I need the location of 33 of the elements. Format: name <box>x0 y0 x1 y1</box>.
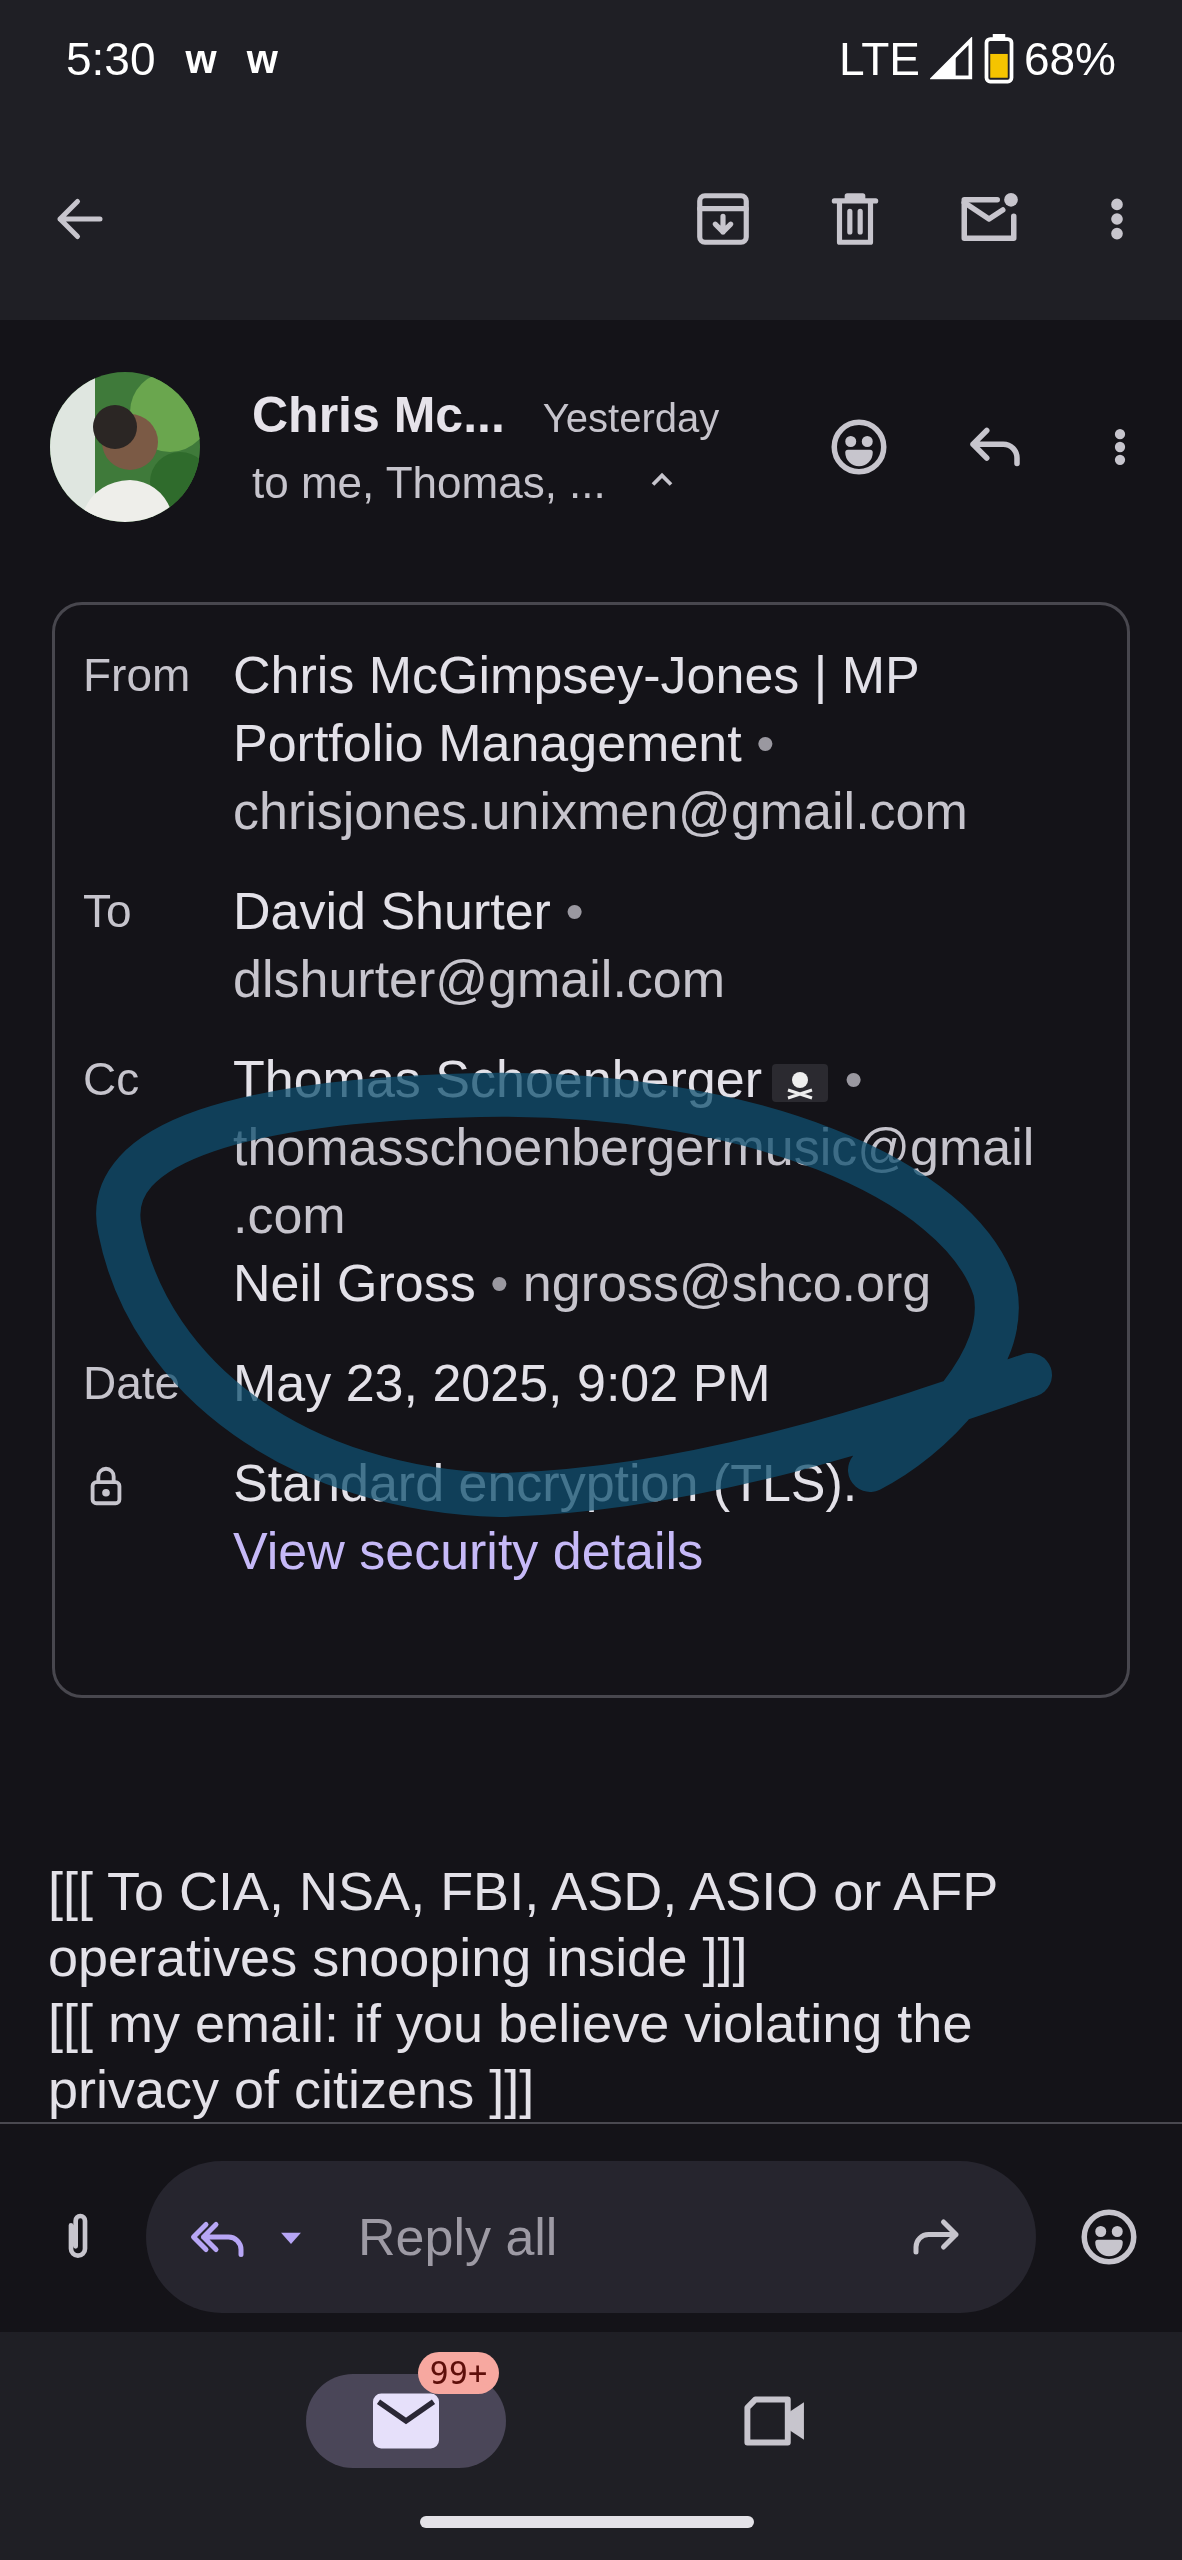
separator-dot: • <box>565 882 584 940</box>
battery-percent: 68% <box>1023 32 1116 86</box>
battery-icon <box>983 34 1014 84</box>
field-label: From <box>83 648 192 703</box>
network-type: LTE <box>838 32 920 86</box>
recipient-name: Chris McGimpsey-Jones | MP Portfolio Management • chrisjones.unixmen@gmail.com <box>233 641 1087 845</box>
clock-time: 5:30 <box>66 32 156 86</box>
mail-icon <box>372 2393 439 2449</box>
notification-icon: w <box>246 36 278 82</box>
field-label: Date <box>83 1356 182 1411</box>
signal-icon <box>929 37 974 81</box>
encryption-text: Standard encryption (TLS). <box>233 1453 859 1514</box>
separator-dot: • <box>844 1050 863 1108</box>
notification-icon: w <box>185 36 217 82</box>
email-address: dlshurter@gmail.com <box>233 949 726 1010</box>
reply-field[interactable]: Reply all <box>146 2161 1036 2313</box>
recipients-summary: to me, Thomas, ... <box>252 458 606 508</box>
separator-dot: • <box>756 714 775 772</box>
email-address: ngross@shco.org <box>522 1253 932 1314</box>
received-time: Yesterday <box>542 396 720 441</box>
field-label: Cc <box>83 1052 141 1107</box>
unread-count-badge: 99+ <box>417 2352 500 2394</box>
message-text: [[[ To CIA, NSA, FBI, ASD, ASIO or AFP operatives snooping inside ]]] <box>48 1860 999 1989</box>
security-details-link[interactable]: View security details <box>233 1522 704 1580</box>
recipient-name: David Shurter • dlshurter@gmail.com <box>233 877 1087 1013</box>
sender-name: Chris Mc... <box>252 386 505 444</box>
message-text: [[[ my email: if you believe violating the privacy of citizens ]]] <box>48 1992 974 2121</box>
recipient-name: Neil Gross • ngross@shco.org <box>233 1249 1087 1317</box>
reply-input[interactable]: Reply all <box>356 2206 888 2268</box>
email-address: chrisjones.unixmen@gmail.com <box>233 781 968 842</box>
date-value: May 23, 2025, 9:02 PM <box>233 1353 772 1414</box>
field-label: To <box>83 884 133 939</box>
separator-dot: • <box>490 1254 509 1312</box>
